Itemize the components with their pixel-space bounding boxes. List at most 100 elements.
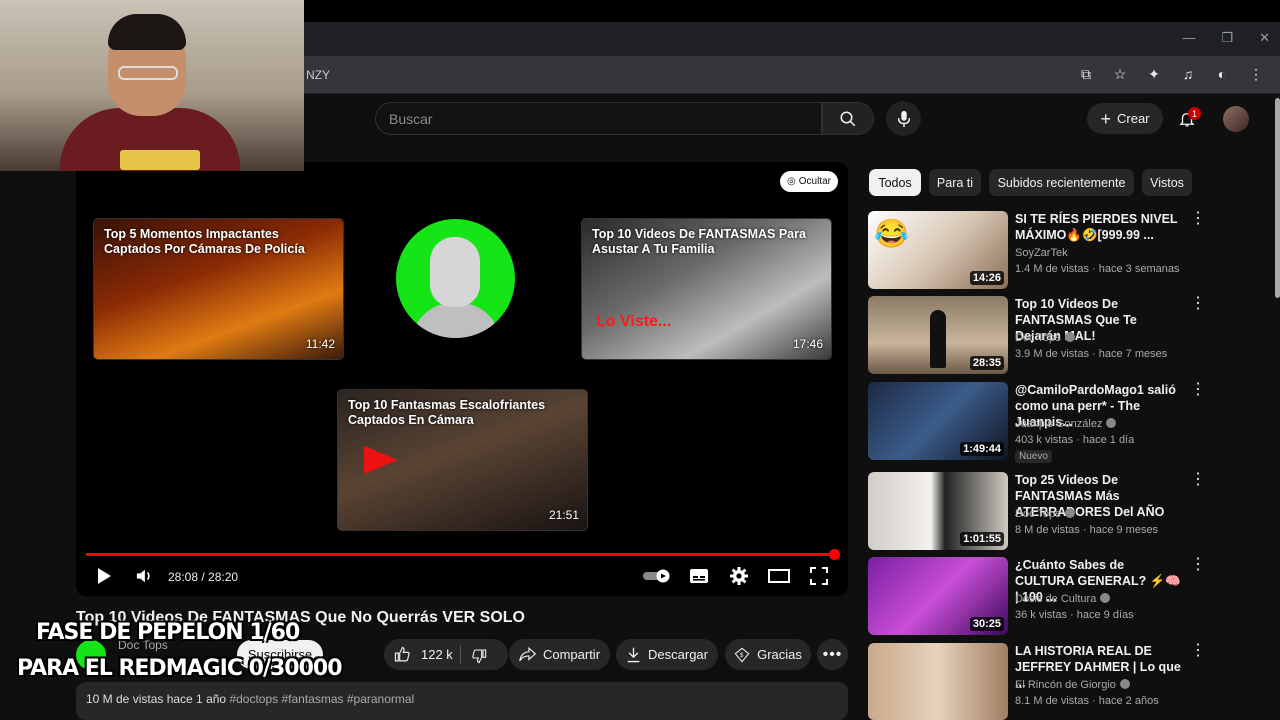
recommendation-item[interactable]: 30:25 ¿Cuánto Sabes de CULTURA GENERAL? … <box>868 557 1208 637</box>
more-vert-icon[interactable]: ⋮ <box>1190 296 1206 312</box>
endcard-title: Top 5 Momentos Impactantes Captados Por … <box>104 227 305 256</box>
autoplay-toggle[interactable] <box>642 566 672 586</box>
theater-mode-button[interactable] <box>768 566 790 586</box>
rec-title: SI TE RÍES PIERDES NIVEL MÁXIMO🔥🤣[999.99… <box>1015 212 1178 242</box>
progress-scrubber[interactable] <box>829 549 840 560</box>
share-button[interactable]: Compartir <box>509 639 610 670</box>
close-window-button[interactable]: ✕ <box>1259 30 1270 46</box>
rec-channel: SoyZarTek <box>1015 247 1068 259</box>
more-vert-icon[interactable]: ⋮ <box>1190 382 1206 398</box>
thanks-button[interactable]: $ Gracias <box>725 639 811 670</box>
stream-overlay-line-1: FASE DE PEPELON 1/60 <box>36 620 300 645</box>
verified-icon <box>1119 679 1130 689</box>
gear-icon <box>730 567 748 585</box>
thumbnail-duration: 30:25 <box>969 617 1004 631</box>
hashtags[interactable]: #doctops #fantasmas #paranormal <box>229 692 414 706</box>
browser-menu-icon[interactable]: ⋮ <box>1246 64 1266 84</box>
rec-channel-name: El Rincón de Giorgio <box>1015 679 1116 691</box>
rec-channel-name: Dosis de Cultura <box>1015 593 1097 605</box>
download-label: Descargar <box>648 647 708 662</box>
profile-icon[interactable]: ◐ <box>1212 64 1232 84</box>
stream-overlay-line-2: PARA EL REDMAGIC 0/30000 <box>17 656 343 681</box>
mute-button[interactable] <box>134 566 154 586</box>
microphone-icon <box>897 110 910 127</box>
video-thumbnail[interactable]: 1:49:44 <box>868 382 1008 460</box>
rec-channel: Juanpis González <box>1015 418 1117 430</box>
account-avatar[interactable] <box>1223 106 1249 132</box>
recommendation-item[interactable]: 1:01:55 Top 25 Videos De FANTASMAS Más A… <box>868 472 1208 552</box>
video-thumbnail[interactable]: 28:35 <box>868 296 1008 374</box>
rec-meta: 1.4 M de vistas · hace 3 semanas <box>1015 263 1180 275</box>
thumbnail-duration: 1:49:44 <box>960 442 1004 456</box>
recommendation-item[interactable]: 28:35 Top 10 Videos De FANTASMAS Que Te … <box>868 296 1208 376</box>
recommendation-item[interactable]: LA HISTORIA REAL DE JEFFREY DAHMER | Lo … <box>868 643 1208 720</box>
description-line: 10 M de vistas hace 1 año #doctops #fant… <box>86 692 414 706</box>
create-label: Crear <box>1117 111 1150 126</box>
more-vert-icon[interactable]: ⋮ <box>1190 643 1206 659</box>
rec-meta: 8.1 M de vistas · hace 2 años <box>1015 695 1159 707</box>
search-input[interactable]: Buscar <box>375 102 822 135</box>
download-button[interactable]: Descargar <box>616 639 718 670</box>
endcard-duration: 21:51 <box>548 508 579 522</box>
rec-meta: 403 k vistas · hace 1 día <box>1015 434 1135 446</box>
chip-recent[interactable]: Subidos recientemente <box>989 169 1134 196</box>
more-vert-icon[interactable]: ⋮ <box>1190 557 1206 573</box>
media-controls-icon[interactable]: ♫ <box>1178 64 1198 84</box>
more-vert-icon[interactable]: ⋮ <box>1190 472 1206 488</box>
chip-para-ti[interactable]: Para ti <box>929 169 981 196</box>
subtitles-icon <box>690 569 708 583</box>
more-horizontal-icon: ••• <box>822 645 843 663</box>
search-placeholder: Buscar <box>389 111 433 127</box>
hide-label: Ocultar <box>798 176 831 187</box>
endscreen-channel-avatar[interactable] <box>396 219 515 338</box>
settings-button[interactable] <box>728 566 750 586</box>
endscreen-video-3[interactable]: Top 10 Fantasmas Escalofriantes Captados… <box>337 389 588 531</box>
thumbnail-overlay-text: Lo Viste... <box>596 313 672 330</box>
create-button[interactable]: + Crear <box>1087 103 1163 134</box>
verified-icon <box>1064 332 1075 342</box>
thumbnail-duration: 14:26 <box>969 271 1004 285</box>
super-thanks-icon: $ <box>734 647 750 662</box>
rec-channel-name: Doc Tops <box>1015 332 1061 344</box>
share-icon <box>519 647 536 662</box>
search-button[interactable] <box>822 102 874 135</box>
chip-todos[interactable]: Todos <box>869 169 921 196</box>
recommendation-item[interactable]: 1:49:44 @CamiloPardoMago1 salió como una… <box>868 382 1208 463</box>
play-button[interactable] <box>94 566 114 586</box>
dislike-button[interactable] <box>470 646 488 666</box>
like-button[interactable]: 122 k <box>394 646 453 663</box>
recommendation-item[interactable]: 😂 14:26 SI TE RÍES PIERDES NIVEL MÁXIMO🔥… <box>868 211 1208 291</box>
progress-bar[interactable] <box>86 553 835 556</box>
download-icon <box>627 647 640 662</box>
maximize-button[interactable]: ❐ <box>1221 30 1233 46</box>
page-scrollbar[interactable] <box>1275 98 1280 298</box>
play-icon <box>98 568 111 584</box>
voice-search-button[interactable] <box>886 101 921 136</box>
url-text[interactable]: NZY <box>306 68 330 82</box>
bookmark-star-icon[interactable]: ☆ <box>1110 64 1130 84</box>
install-app-icon[interactable]: ⧉ <box>1076 64 1096 84</box>
endcard-title: Top 10 Videos De FANTASMAS Para Asustar … <box>592 227 806 256</box>
webcam-person-glasses <box>118 66 178 80</box>
chip-vistos[interactable]: Vistos <box>1142 169 1192 196</box>
video-thumbnail[interactable]: 😂 14:26 <box>868 211 1008 289</box>
thumbnail-duration: 28:35 <box>969 356 1004 370</box>
subtitles-button[interactable] <box>688 566 710 586</box>
fullscreen-icon <box>810 567 828 585</box>
autoplay-toggle-icon <box>643 569 670 583</box>
fullscreen-button[interactable] <box>808 566 830 586</box>
window-controls: — ❐ ✕ <box>1182 30 1270 46</box>
video-thumbnail[interactable]: 1:01:55 <box>868 472 1008 550</box>
endscreen-video-1[interactable]: Top 5 Momentos Impactantes Captados Por … <box>93 218 344 360</box>
channel-avatar-shoulders <box>412 303 500 338</box>
hide-endscreen-button[interactable]: ◎ Ocultar <box>780 171 838 192</box>
endcard-duration: 11:42 <box>305 337 335 351</box>
rec-channel: El Rincón de Giorgio <box>1015 679 1130 691</box>
more-actions-button[interactable]: ••• <box>817 639 848 670</box>
video-thumbnail[interactable]: 30:25 <box>868 557 1008 635</box>
extensions-icon[interactable]: ✦ <box>1144 64 1164 84</box>
video-thumbnail[interactable] <box>868 643 1008 720</box>
minimize-button[interactable]: — <box>1182 30 1195 46</box>
endscreen-video-2[interactable]: Top 10 Videos De FANTASMAS Para Asustar … <box>581 218 832 360</box>
more-vert-icon[interactable]: ⋮ <box>1190 211 1206 227</box>
